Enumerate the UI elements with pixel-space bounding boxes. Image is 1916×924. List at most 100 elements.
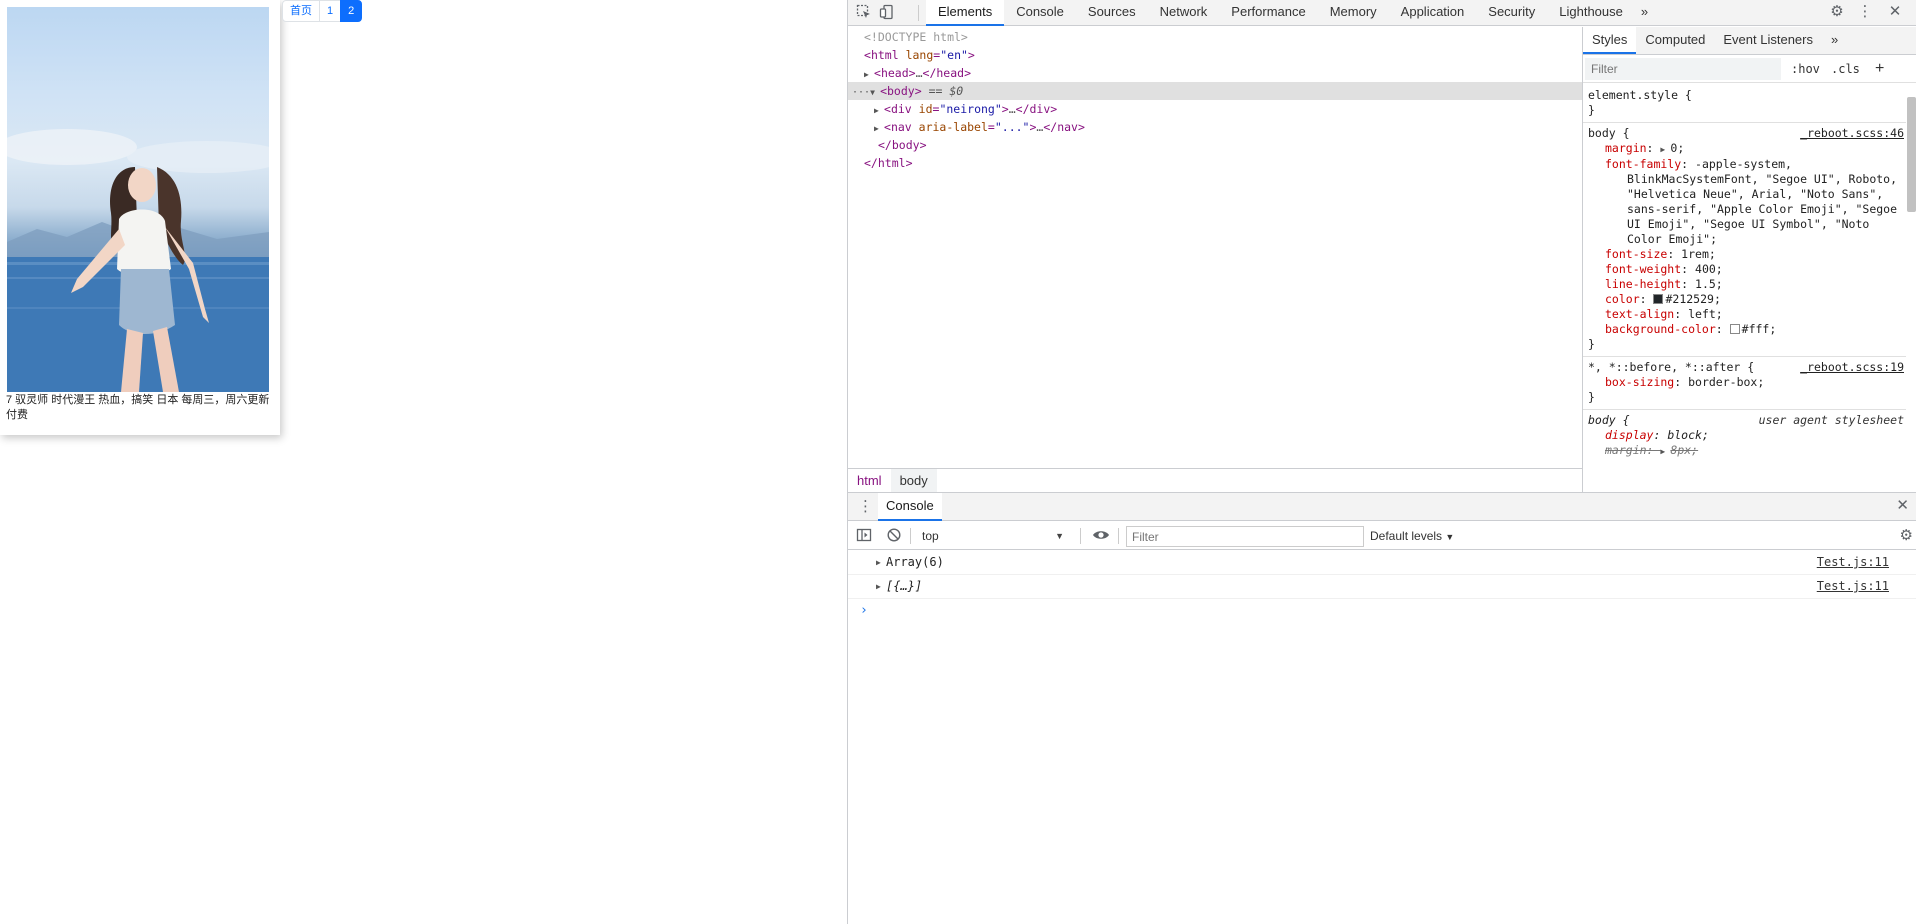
live-expression-eye-icon[interactable] — [1092, 527, 1110, 548]
device-toolbar-icon[interactable] — [878, 4, 896, 22]
breadcrumb-html[interactable]: html — [848, 469, 891, 492]
console-settings-gear-icon[interactable]: ⚙ — [1900, 526, 1913, 544]
new-style-rule-button[interactable]: + — [1875, 58, 1884, 80]
div-tag-name: div — [890, 102, 912, 116]
tab-security[interactable]: Security — [1476, 0, 1547, 26]
rule-universal-reboot[interactable]: _reboot.scss:19 *, *::before, *::after {… — [1583, 357, 1906, 410]
decl-color[interactable]: color: #212529; — [1588, 292, 1902, 307]
tab-performance[interactable]: Performance — [1219, 0, 1317, 26]
node-actions-dots[interactable]: ··· — [852, 87, 870, 98]
dom-node-html[interactable]: <html lang="en"> — [848, 46, 1582, 64]
kebab-menu-icon[interactable]: ⋮ — [1854, 0, 1876, 26]
clear-console-icon[interactable] — [886, 527, 902, 548]
context-selector[interactable]: top ▼ — [922, 526, 1072, 546]
nav-tag-name: nav — [890, 120, 912, 134]
decl-box-sizing[interactable]: box-sizing: border-box; — [1588, 375, 1902, 390]
more-tabs-button[interactable]: » — [1635, 0, 1654, 26]
dom-close-body[interactable]: </body> — [848, 136, 1582, 154]
nav-attr-name: aria-label — [918, 120, 988, 134]
tab-sources[interactable]: Sources — [1076, 0, 1148, 26]
comic-card[interactable]: 7 驭灵师 时代漫王 热血，搞笑 日本 每周三，周六更新付费 — [0, 0, 280, 435]
dom-node-body-selected[interactable]: ···▼ <body> == $0 — [848, 82, 1582, 100]
breadcrumb: html body — [848, 468, 1582, 492]
drawer-menu-icon[interactable]: ⋮ — [858, 497, 873, 515]
tab-lighthouse[interactable]: Lighthouse — [1547, 0, 1635, 26]
cover-image[interactable] — [7, 7, 269, 392]
rule-source-ua: user agent stylesheet — [1758, 413, 1904, 427]
html-attr-value: "en" — [940, 48, 968, 62]
drawer-tabbar: ⋮ Console ✕ — [848, 493, 1916, 521]
rule-body-reboot[interactable]: _reboot.scss:46 body { margin: ▶ 0; font-… — [1583, 123, 1906, 357]
decl-margin-overridden[interactable]: margin: ▶ 8px; — [1588, 443, 1902, 459]
element-style-selector: element.style { — [1588, 88, 1692, 102]
expand-shorthand-icon[interactable]: ▶ — [1660, 142, 1670, 157]
div-close-tag-name: div — [1029, 102, 1051, 116]
settings-gear-icon[interactable]: ⚙ — [1826, 0, 1848, 26]
styles-tabs: Styles Computed Event Listeners » — [1583, 27, 1916, 55]
decl-font-family[interactable]: font-family: -apple-system, BlinkMacSyst… — [1588, 157, 1902, 247]
dom-node-nav[interactable]: ▶ <nav aria-label="...">…</nav> — [848, 118, 1582, 136]
log-levels-dropdown[interactable]: Default levels ▼ — [1370, 526, 1454, 547]
tabbar-divider — [918, 5, 919, 21]
dom-node-head[interactable]: ▶ <head>…</head> — [848, 64, 1582, 82]
html-close-tag-name: html — [877, 156, 906, 170]
styles-scrollbar[interactable] — [1907, 97, 1916, 212]
tab-application[interactable]: Application — [1389, 0, 1477, 26]
page-link-home[interactable]: 首页 — [282, 0, 320, 22]
toolbar-divider — [1080, 528, 1081, 544]
inspect-element-icon[interactable] — [855, 4, 873, 22]
close-brace: } — [1588, 103, 1595, 117]
console-filter-input[interactable] — [1126, 526, 1364, 547]
rule-source-link[interactable]: _reboot.scss:46 — [1800, 126, 1904, 140]
hov-toggle[interactable]: :hov — [1791, 58, 1820, 80]
cls-toggle[interactable]: .cls — [1831, 58, 1860, 80]
dom-close-html[interactable]: </html> — [848, 154, 1582, 172]
rule-element-style[interactable]: element.style { } — [1583, 85, 1906, 123]
console-source-link[interactable]: Test.js:11 — [1817, 575, 1889, 598]
styles-filter-input[interactable] — [1585, 58, 1781, 80]
page-link-1[interactable]: 1 — [319, 0, 342, 22]
tab-computed[interactable]: Computed — [1636, 27, 1714, 54]
rule-body-user-agent[interactable]: user agent stylesheet body { display: bl… — [1583, 410, 1906, 463]
tab-event-listeners[interactable]: Event Listeners — [1714, 27, 1822, 54]
console-message-text: [{…}] — [886, 579, 923, 593]
decl-font-weight[interactable]: font-weight: 400; — [1588, 262, 1902, 277]
tab-network[interactable]: Network — [1148, 0, 1220, 26]
dom-doctype[interactable]: <!DOCTYPE html> — [848, 28, 1582, 46]
pagination: 首页 1 2 — [282, 0, 363, 22]
console-message[interactable]: ▶ [{…}] Test.js:11 — [848, 575, 1916, 599]
toolbar-divider — [1118, 528, 1119, 544]
breadcrumb-body[interactable]: body — [890, 469, 937, 492]
decl-line-height[interactable]: line-height: 1.5; — [1588, 277, 1902, 292]
decl-display[interactable]: display: block; — [1588, 428, 1902, 443]
styles-more-tabs[interactable]: » — [1822, 27, 1847, 54]
doctype-text: <!DOCTYPE html> — [864, 30, 968, 44]
drawer-tab-console[interactable]: Console — [878, 493, 942, 521]
page-link-2[interactable]: 2 — [340, 0, 363, 22]
expand-triangle-icon[interactable]: ▶ — [876, 551, 881, 574]
close-devtools-icon[interactable]: ✕ — [1884, 0, 1906, 26]
tab-memory[interactable]: Memory — [1318, 0, 1389, 26]
nav-close-tag-name: nav — [1057, 120, 1078, 134]
decl-text-align[interactable]: text-align: left; — [1588, 307, 1902, 322]
tab-console[interactable]: Console — [1004, 0, 1076, 26]
context-value: top — [922, 529, 939, 543]
expand-triangle-icon[interactable]: ▶ — [876, 575, 881, 598]
selected-node-marker: == $0 — [928, 84, 964, 98]
close-drawer-icon[interactable]: ✕ — [1896, 496, 1909, 514]
color-swatch-icon[interactable] — [1653, 294, 1664, 304]
console-prompt[interactable]: › — [860, 603, 868, 618]
nav-attr-value: "..." — [994, 120, 1030, 134]
console-message[interactable]: ▶ Array(6) Test.js:11 — [848, 551, 1916, 575]
color-swatch-icon[interactable] — [1729, 324, 1740, 334]
expand-shorthand-icon[interactable]: ▶ — [1660, 444, 1670, 459]
tab-styles[interactable]: Styles — [1583, 27, 1637, 54]
tab-elements[interactable]: Elements — [926, 0, 1005, 26]
dom-node-div[interactable]: ▶ <div id="neirong">…</div> — [848, 100, 1582, 118]
console-source-link[interactable]: Test.js:11 — [1817, 551, 1889, 574]
decl-font-size[interactable]: font-size: 1rem; — [1588, 247, 1902, 262]
decl-margin[interactable]: margin: ▶ 0; — [1588, 141, 1902, 157]
rule-source-link[interactable]: _reboot.scss:19 — [1800, 360, 1904, 374]
decl-background-color[interactable]: background-color: #fff; — [1588, 322, 1902, 337]
sidebar-toggle-icon[interactable] — [856, 527, 872, 548]
